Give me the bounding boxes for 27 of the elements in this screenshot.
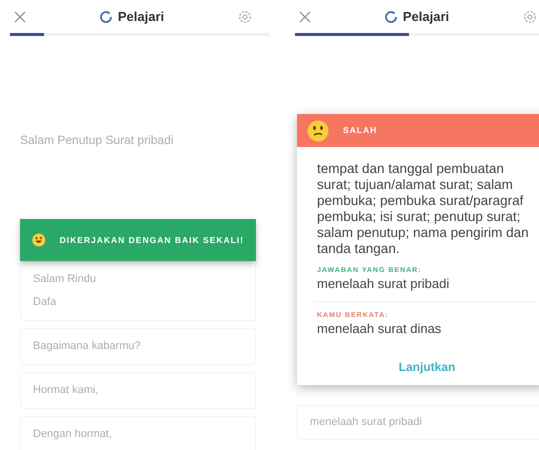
loading-icon <box>384 10 397 22</box>
answer-option[interactable]: Salam Rindu Dafa <box>20 261 256 321</box>
your-answer-text: menelaah surat dinas <box>317 321 442 337</box>
page-title: Pelajari <box>118 8 164 26</box>
option-text: Dafa <box>33 296 58 309</box>
feedback-title: SALAH <box>343 124 378 137</box>
option-text: menelaah surat pribadi <box>310 416 423 429</box>
page-title: Pelajari <box>402 8 450 26</box>
close-icon[interactable] <box>14 10 26 22</box>
answer-option[interactable]: Dengan hormat, <box>20 416 256 450</box>
continue-button[interactable]: Lanjutkan <box>388 353 466 385</box>
option-text: Hormat kami, <box>33 384 100 397</box>
settings-icon[interactable] <box>522 10 537 24</box>
explanation-text: tempat dan tanggal pembuatan surat; tujuan/alamat surat; salam pembuka; pembuka surat/paragraf pembuka; isi surat; penutup surat; salam penutup; nama pengirim dan tanda tangan. <box>317 161 530 257</box>
feedback-message: DIKERJAKAN DENGAN BAIK SEKALI! <box>60 234 244 246</box>
option-text: Dengan hormat, <box>33 428 113 441</box>
answer-option[interactable]: menelaah surat pribadi <box>297 405 539 440</box>
answer-option[interactable]: Hormat kami, <box>20 372 256 409</box>
confused-face-icon <box>307 120 329 142</box>
correct-answer-text: menelaah surat pribadi <box>317 276 450 292</box>
answer-option[interactable]: Bagaimana kabarmu? <box>20 328 256 365</box>
loading-icon <box>100 10 112 22</box>
settings-icon[interactable] <box>238 10 252 24</box>
option-text: Bagaimana kabarmu? <box>33 340 142 353</box>
option-text: Salam Rindu <box>33 273 97 286</box>
close-icon[interactable] <box>299 10 311 22</box>
question-text: Salam Penutup Surat pribadi <box>20 134 174 147</box>
